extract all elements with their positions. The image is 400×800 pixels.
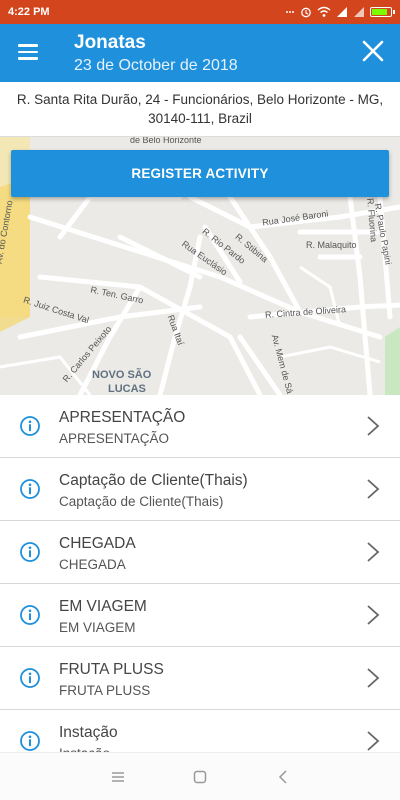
list-item[interactable]: APRESENTAÇÃO APRESENTAÇÃO [0,395,400,458]
page-subtitle: 23 de October de 2018 [74,57,238,74]
page-title: Jonatas [74,32,146,53]
chevron-right-icon [367,416,380,436]
activity-subtitle: Captação de Cliente(Thais) [59,494,224,509]
list-item[interactable]: FRUTA PLUSS FRUTA PLUSS [0,647,400,710]
activity-title: Instação [59,724,118,741]
chevron-right-icon [367,668,380,688]
activity-subtitle: EM VIAGEM [59,620,136,635]
info-icon [20,668,40,688]
list-item[interactable]: CHEGADA CHEGADA [0,521,400,584]
activity-title: Captação de Cliente(Thais) [59,472,248,489]
activity-title: APRESENTAÇÃO [59,409,186,426]
info-icon [20,605,40,625]
signal-icon [337,7,347,17]
status-bar: 4:22 PM [0,0,400,24]
chevron-right-icon [367,479,380,499]
activity-subtitle: APRESENTAÇÃO [59,431,170,446]
status-time: 4:22 PM [8,6,50,18]
chevron-right-icon [367,731,380,751]
info-icon [20,731,40,751]
system-nav-bar [0,752,400,800]
activity-list: APRESENTAÇÃO APRESENTAÇÃO Captação de Clie… [0,395,400,753]
map-label: R. Malaquito [306,240,357,250]
recent-apps-icon[interactable] [108,767,128,787]
map-label: de Belo Horizonte [130,137,202,145]
map-label: LUCAS [108,383,146,395]
battery-icon [370,7,395,17]
chevron-right-icon [367,542,380,562]
activity-subtitle: FRUTA PLUSS [59,683,151,698]
app-bar: Jonatas 23 de October de 2018 [0,24,400,82]
address-text: R. Santa Rita Durão, 24 - Funcionários, … [0,82,400,137]
home-icon[interactable] [190,767,210,787]
register-activity-button[interactable]: REGISTER ACTIVITY [11,150,389,197]
wifi-icon [317,6,331,17]
activity-title: CHEGADA [59,535,136,552]
activity-title: FRUTA PLUSS [59,661,164,678]
list-item[interactable]: Captação de Cliente(Thais) Captação de Cl… [0,458,400,521]
signal-icon [354,7,364,17]
status-icons [285,6,395,18]
chevron-right-icon [367,605,380,625]
alarm-icon [301,7,311,18]
list-item[interactable]: InstaçãoInstação [0,710,400,753]
activity-subtitle: CHEGADA [59,557,126,572]
info-icon [20,416,40,436]
menu-icon[interactable] [14,40,42,66]
info-icon [20,542,40,562]
back-icon[interactable] [274,767,294,787]
info-icon [20,479,40,499]
more-icon [286,11,294,13]
list-item[interactable]: EM VIAGEM EM VIAGEM [0,584,400,647]
map-label: NOVO SÃO [92,369,152,381]
activity-title: EM VIAGEM [59,598,147,615]
close-icon[interactable] [358,36,388,66]
